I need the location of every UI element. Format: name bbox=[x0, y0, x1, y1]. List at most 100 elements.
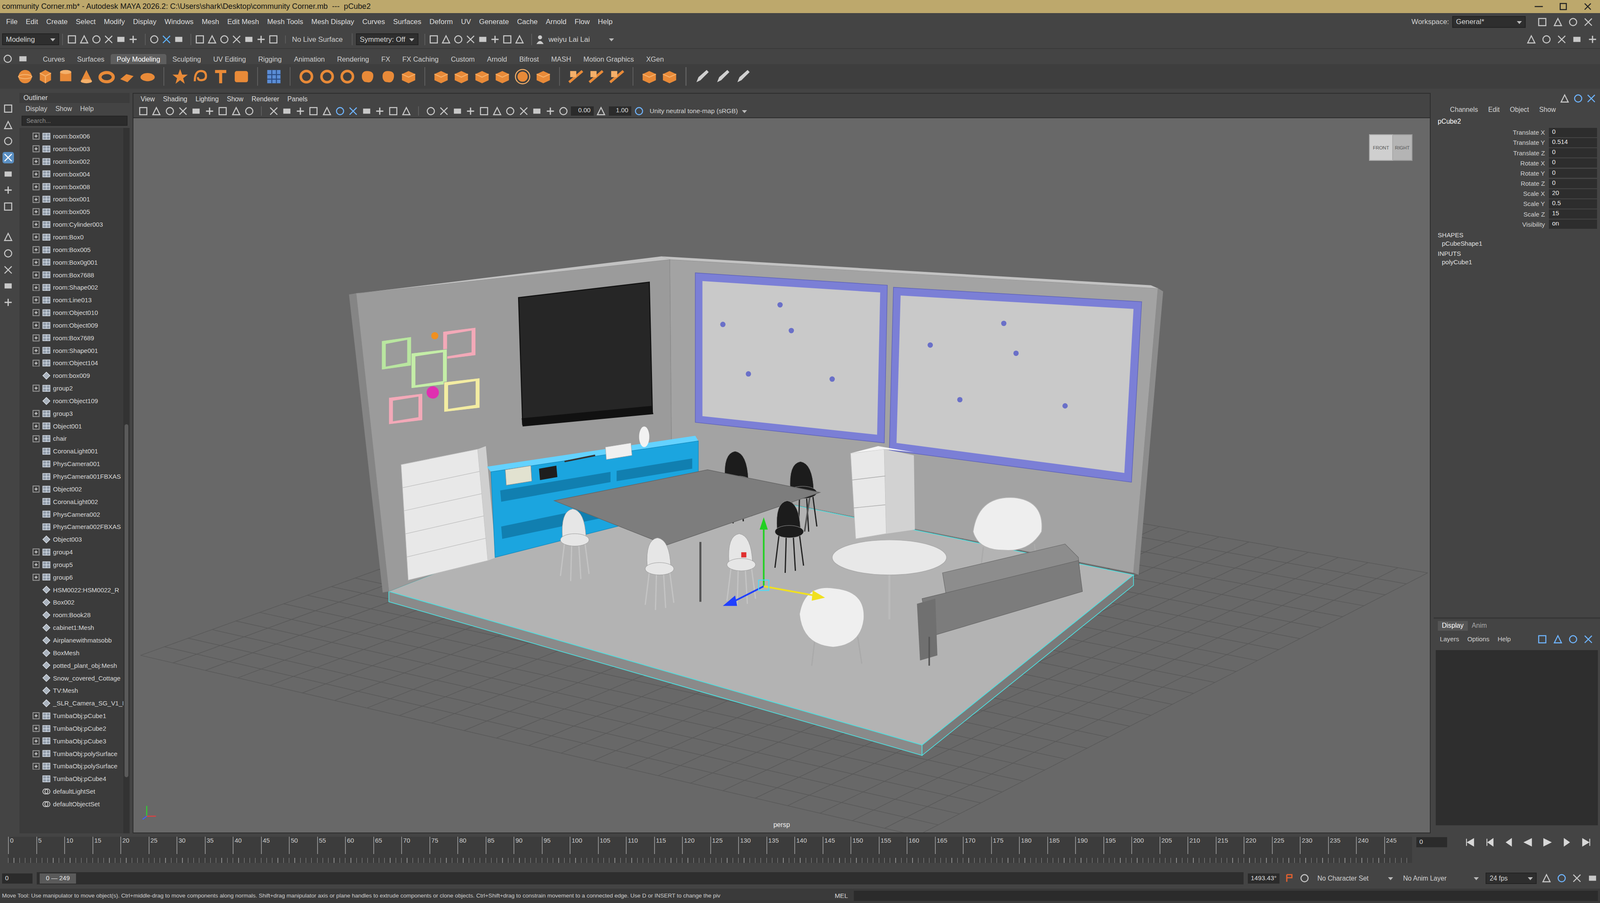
shelf-tab[interactable]: UV Editing bbox=[206, 54, 253, 65]
input-node[interactable]: polyCube1 bbox=[1433, 257, 1600, 267]
shelf-tab[interactable]: Rendering bbox=[331, 54, 376, 65]
layer-menu-item[interactable]: Help bbox=[1497, 635, 1511, 644]
outliner-item[interactable]: TumbaObj:pCube4 bbox=[19, 772, 124, 786]
expand-icon[interactable] bbox=[32, 763, 40, 771]
attribute-row[interactable]: Translate X0 bbox=[1433, 127, 1600, 138]
outliner-item[interactable]: room:Object109 bbox=[19, 394, 124, 408]
outliner-item[interactable]: Snow_covered_Cottage bbox=[19, 671, 124, 685]
expand-slot[interactable] bbox=[32, 763, 40, 771]
menu-item[interactable]: Create bbox=[42, 17, 72, 26]
cone-icon[interactable] bbox=[77, 67, 96, 86]
tool-button[interactable] bbox=[2, 103, 14, 115]
outliner-item[interactable]: room:Shape002 bbox=[19, 281, 124, 294]
menu-item[interactable]: Edit bbox=[21, 17, 42, 26]
tool-button[interactable] bbox=[2, 184, 14, 196]
viewport-menu-item[interactable]: Lighting bbox=[191, 95, 223, 104]
expand-icon[interactable] bbox=[32, 195, 40, 204]
tool-button[interactable] bbox=[2, 201, 14, 213]
outliner-item[interactable]: room:box005 bbox=[19, 205, 124, 219]
shelf-tab[interactable]: FX bbox=[374, 54, 397, 65]
tee-icon[interactable] bbox=[211, 67, 230, 86]
expand-icon[interactable] bbox=[32, 725, 40, 733]
viewport-tool-icon[interactable] bbox=[294, 105, 307, 117]
expand-slot[interactable] bbox=[32, 750, 40, 758]
view-cube[interactable]: FRONTRIGHT bbox=[1369, 134, 1413, 161]
file-icon[interactable] bbox=[127, 33, 139, 46]
grid-icon[interactable] bbox=[265, 67, 283, 86]
close-icon[interactable] bbox=[1575, 0, 1600, 13]
outliner-item[interactable]: Object001 bbox=[19, 419, 124, 433]
attribute-row[interactable]: Rotate Z0 bbox=[1433, 178, 1600, 189]
expand-slot[interactable] bbox=[32, 712, 40, 720]
outliner-item[interactable]: Object003 bbox=[19, 533, 124, 547]
play-back-icon[interactable] bbox=[1522, 836, 1534, 849]
layer-button-icon[interactable] bbox=[1552, 633, 1564, 646]
expand-slot[interactable] bbox=[32, 662, 40, 670]
time-track[interactable]: 0510152025303540455055606570758085909510… bbox=[8, 836, 1413, 864]
expand-slot[interactable] bbox=[32, 674, 40, 682]
tool-button[interactable] bbox=[2, 280, 14, 292]
outliner-search-field[interactable] bbox=[21, 115, 128, 126]
color-management-icon[interactable] bbox=[633, 105, 645, 117]
expand-slot[interactable] bbox=[32, 208, 40, 216]
workspace-dropdown[interactable]: General* bbox=[1452, 16, 1526, 28]
go-start-icon[interactable] bbox=[1464, 836, 1476, 849]
outliner-item[interactable]: room:box009 bbox=[19, 369, 124, 383]
step-back-icon[interactable] bbox=[1503, 836, 1515, 849]
blob-icon[interactable] bbox=[379, 67, 397, 86]
expand-icon[interactable] bbox=[32, 750, 40, 758]
attribute-row[interactable]: Scale Y0.5 bbox=[1433, 198, 1600, 210]
expand-slot[interactable] bbox=[32, 611, 40, 619]
viewport-tool-icon[interactable] bbox=[347, 105, 359, 117]
render-icon[interactable] bbox=[501, 33, 514, 46]
tool-button[interactable] bbox=[2, 168, 14, 180]
last-tool-icon[interactable] bbox=[2, 201, 14, 213]
user-dropdown[interactable]: weiyu Lai Lai bbox=[545, 33, 617, 46]
viewport-menu-item[interactable]: Renderer bbox=[247, 95, 284, 104]
box-icon[interactable] bbox=[640, 67, 658, 86]
menu-item[interactable]: Surfaces bbox=[388, 17, 426, 26]
viewport-tool-icon[interactable] bbox=[164, 105, 176, 117]
expand-slot[interactable] bbox=[32, 334, 40, 342]
viewport-tool-icon[interactable] bbox=[544, 105, 557, 117]
menu-item[interactable]: Curves bbox=[358, 17, 389, 26]
layout-icon[interactable] bbox=[1536, 16, 1549, 28]
tool-button[interactable] bbox=[2, 135, 14, 147]
panel-toggle-icon[interactable] bbox=[1586, 33, 1599, 46]
expand-icon[interactable] bbox=[32, 359, 40, 367]
ring-icon[interactable] bbox=[318, 67, 336, 86]
viewport-tool-icon[interactable] bbox=[504, 105, 517, 117]
box-icon[interactable] bbox=[432, 67, 450, 86]
expand-slot[interactable] bbox=[32, 397, 40, 405]
expand-icon[interactable] bbox=[32, 561, 40, 569]
box-icon[interactable] bbox=[473, 67, 491, 86]
exposure-field[interactable]: 0.00 bbox=[570, 106, 594, 116]
expand-icon[interactable] bbox=[32, 145, 40, 153]
expand-slot[interactable] bbox=[32, 157, 40, 166]
box-icon[interactable] bbox=[660, 67, 679, 86]
outliner-item[interactable]: room:box002 bbox=[19, 155, 124, 169]
layout-icon[interactable] bbox=[1567, 16, 1579, 28]
spiral-icon[interactable] bbox=[191, 67, 210, 86]
expand-slot[interactable] bbox=[32, 309, 40, 317]
persp-outliner-icon[interactable] bbox=[2, 264, 14, 276]
expand-slot[interactable] bbox=[32, 649, 40, 657]
tool-button[interactable] bbox=[2, 247, 14, 260]
file-icon[interactable] bbox=[90, 33, 103, 46]
tool-settings-icon[interactable] bbox=[1572, 92, 1584, 105]
badge-icon[interactable] bbox=[232, 67, 250, 86]
expand-slot[interactable] bbox=[32, 510, 40, 519]
outliner-item[interactable]: defaultLightSet bbox=[19, 785, 124, 799]
move-y-handle[interactable] bbox=[759, 517, 768, 530]
expand-icon[interactable] bbox=[32, 183, 40, 191]
select-mode-icon[interactable] bbox=[173, 33, 185, 46]
live-surface-label[interactable]: No Live Surface bbox=[288, 35, 346, 44]
layer-button-icon[interactable] bbox=[1536, 633, 1549, 646]
outliner-item[interactable]: room:box004 bbox=[19, 167, 124, 181]
viewport-tool-icon[interactable] bbox=[374, 105, 386, 117]
layer-tab[interactable]: Display bbox=[1437, 621, 1468, 631]
four-view-icon[interactable] bbox=[2, 247, 14, 260]
current-frame-field[interactable]: 0 bbox=[1416, 837, 1447, 848]
command-language[interactable]: MEL bbox=[828, 892, 854, 900]
file-icon[interactable] bbox=[78, 33, 90, 46]
